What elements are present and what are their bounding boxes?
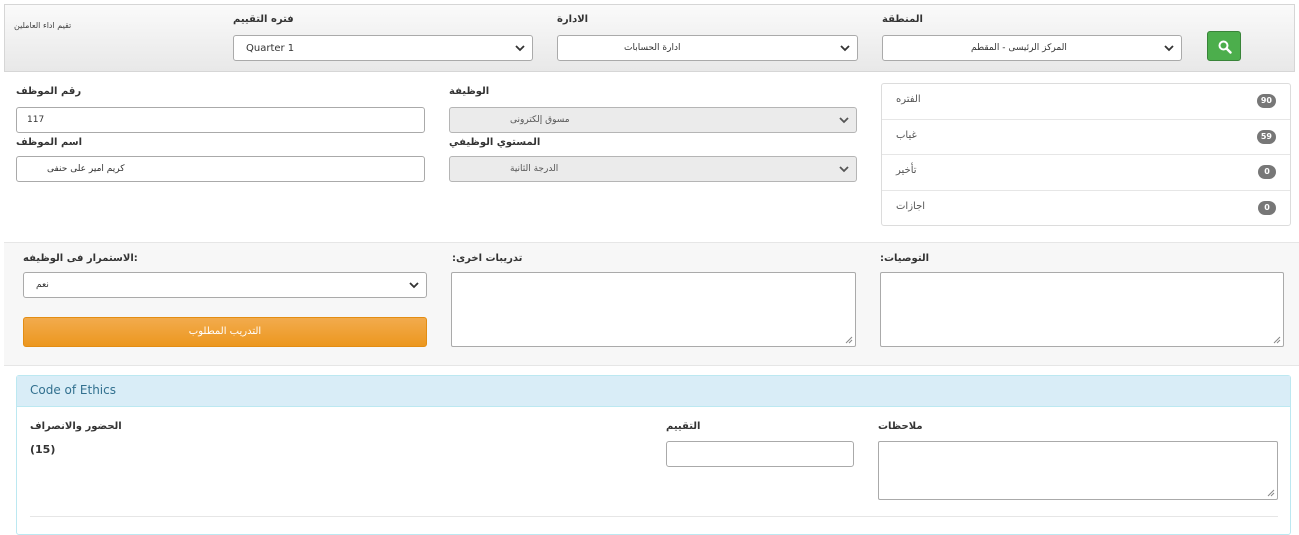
- stat-label: تأخير: [896, 165, 917, 176]
- job-level-select[interactable]: الدرجة الثانية: [449, 156, 857, 182]
- employee-name-label: اسم الموظف: [16, 137, 83, 148]
- stat-badge: 90: [1256, 94, 1276, 108]
- attendance-stats-list: الفتره 90 غياب 59 تأخير 0 اجازات 0: [881, 83, 1291, 226]
- period-select[interactable]: Quarter 1: [233, 35, 533, 61]
- job-level-label: المستوي الوظيفي: [449, 137, 541, 148]
- department-select[interactable]: ادارة الحسابات: [557, 35, 858, 61]
- job-select[interactable]: مسوق إلكترونى: [449, 107, 857, 133]
- region-value: المركز الرئيسى - المقطم: [971, 43, 1067, 53]
- resize-grip-icon[interactable]: [1267, 489, 1275, 497]
- continuity-select[interactable]: نعم: [23, 272, 427, 298]
- employee-name-value: كريم امير على حنفى: [47, 164, 125, 174]
- recommendations-textarea[interactable]: [880, 272, 1284, 347]
- job-level-value: الدرجة الثانية: [510, 164, 559, 174]
- ethics-panel-title: Code of Ethics: [30, 383, 116, 397]
- page-title: تقيم اداء العاملين: [14, 21, 72, 30]
- ethics-panel-header: [17, 376, 1290, 407]
- department-value: ادارة الحسابات: [624, 43, 681, 53]
- employee-number-input[interactable]: 117: [16, 107, 425, 133]
- chevron-down-icon: [840, 45, 850, 52]
- stat-badge: 59: [1256, 129, 1276, 144]
- list-item: غياب 59: [882, 120, 1290, 155]
- divider: [30, 516, 1278, 517]
- stat-badge: 0: [1258, 200, 1276, 215]
- region-label: المنطقة: [882, 14, 923, 25]
- stat-label: الفتره: [896, 94, 921, 105]
- chevron-down-icon: [1164, 45, 1174, 52]
- attendance-score: (15): [30, 443, 56, 456]
- employee-name-input[interactable]: كريم امير على حنفى: [16, 156, 425, 182]
- chevron-down-icon: [409, 282, 419, 289]
- job-value: مسوق إلكترونى: [510, 115, 570, 125]
- department-label: الادارة: [557, 14, 589, 25]
- chevron-down-icon: [839, 117, 849, 124]
- resize-grip-icon[interactable]: [845, 336, 853, 344]
- notes-label: ملاحظات: [878, 421, 923, 432]
- period-value: Quarter 1: [246, 43, 295, 54]
- notes-textarea[interactable]: [878, 441, 1278, 500]
- stat-label: اجازات: [896, 200, 926, 212]
- recommendations-label: التوصيات:: [880, 253, 930, 264]
- rating-input[interactable]: [666, 441, 854, 467]
- search-icon: [1218, 40, 1232, 54]
- resize-grip-icon[interactable]: [1273, 336, 1281, 344]
- continuity-label: :الاستمرار فى الوظيفه: [23, 253, 138, 264]
- other-training-label: تدريبات اخرى:: [452, 253, 523, 264]
- required-training-button[interactable]: التدريب المطلوب: [23, 317, 427, 347]
- job-label: الوظيفة: [449, 86, 490, 97]
- employee-number-value: 117: [27, 115, 45, 125]
- region-select[interactable]: المركز الرئيسى - المقطم: [882, 35, 1182, 61]
- continuity-value: نعم: [36, 280, 49, 290]
- rating-label: التقييم: [666, 421, 701, 432]
- chevron-down-icon: [515, 45, 525, 52]
- list-item: تأخير 0: [882, 155, 1290, 191]
- stat-label: غياب: [896, 129, 917, 141]
- other-training-textarea[interactable]: [451, 272, 856, 347]
- period-label: فتره التقييم: [233, 14, 294, 25]
- stat-badge: 0: [1258, 165, 1276, 179]
- employee-number-label: رقم الموظف: [16, 86, 82, 97]
- list-item: اجازات 0: [882, 191, 1290, 227]
- search-button[interactable]: [1207, 31, 1241, 61]
- list-item: الفتره 90: [882, 84, 1290, 120]
- chevron-down-icon: [839, 166, 849, 173]
- attendance-label: الحضور والانصراف: [30, 421, 122, 432]
